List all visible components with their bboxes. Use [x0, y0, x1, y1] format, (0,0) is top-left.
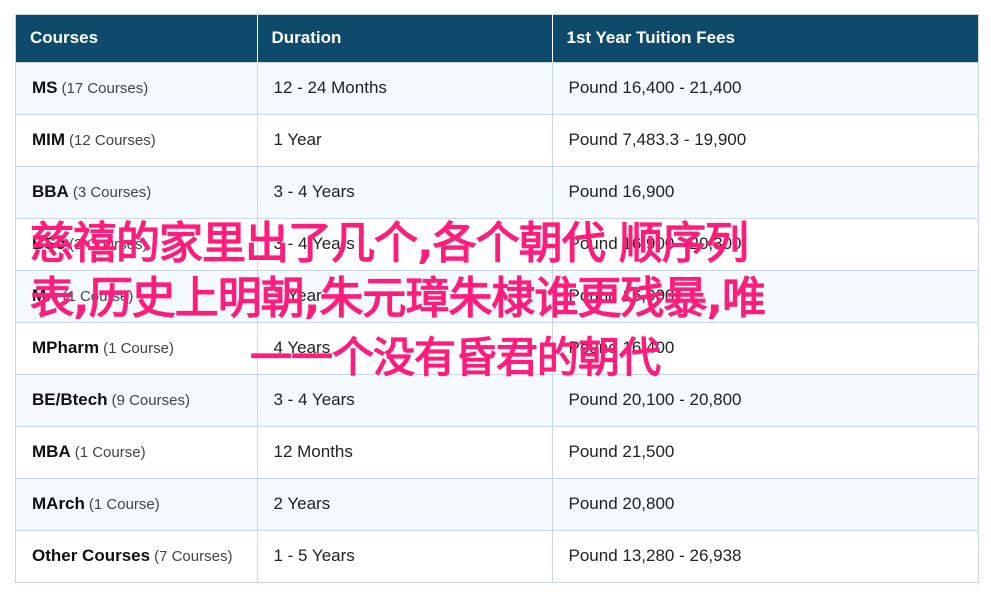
duration-cell: 3 - 4 Years [257, 217, 553, 270]
table-row: Other Courses (7 Courses) 1 - 5 Years Pound… [16, 529, 978, 582]
fees-cell: Pound 20,800 [552, 477, 978, 530]
course-count: (17 Courses) [61, 80, 149, 97]
duration-cell: 3 - 4 Years [257, 165, 553, 218]
fees-cell: Pound 16,900 [552, 165, 978, 218]
header-tuition-fees: 1st Year Tuition Fees [552, 15, 978, 62]
course-count: (1 Course) [88, 496, 160, 513]
table-row: MIM (12 Courses) 1 Year Pound 7,483.3 - 19,… [16, 113, 978, 166]
course-name-link[interactable]: MArch [32, 494, 85, 513]
duration-cell: 3 - 4 Years [257, 373, 553, 426]
course-cell: BBA (3 Courses) [16, 165, 258, 218]
course-name-link[interactable]: BBA [32, 182, 69, 201]
fees-cell: Pound 21,500 [552, 425, 978, 478]
table-row: MA (1 Course) 1 Year Pound 16,900 [16, 269, 978, 322]
fees-cell: Pound 16,900 - 20,300 [552, 217, 978, 270]
course-name-link[interactable]: BE/Btech [32, 390, 108, 409]
course-count: (7 Courses) [154, 548, 233, 566]
course-count: (1 Course) [62, 288, 134, 305]
course-name-link[interactable]: MPharm [32, 338, 99, 357]
course-count: (12 Courses) [69, 132, 156, 149]
course-name-link[interactable]: MIM [32, 130, 65, 149]
table-row: BSc (3 Courses) 3 - 4 Years Pound 16,900 - … [16, 217, 978, 270]
course-cell: BE/Btech (9 Courses) [16, 373, 258, 426]
fees-cell: Pound 13,280 - 26,938 [552, 529, 978, 582]
course-count: (3 Courses) [69, 236, 148, 253]
duration-cell: 2 Years [257, 477, 553, 530]
header-duration: Duration [257, 15, 553, 62]
table-row: BBA (3 Courses) 3 - 4 Years Pound 16,900 [16, 165, 978, 218]
course-cell: MA (1 Course) [16, 269, 258, 322]
course-cell: MPharm (1 Course) [16, 321, 258, 374]
course-fees-table-container: Courses Duration 1st Year Tuition Fees M… [15, 14, 979, 583]
course-name-link[interactable]: MA [32, 286, 58, 305]
course-cell: MIM (12 Courses) [16, 113, 258, 166]
fees-cell: Pound 16,400 - 21,400 [552, 61, 978, 114]
fees-cell: Pound 20,100 - 20,800 [552, 373, 978, 426]
table-row: MS (17 Courses) 12 - 24 Months Pound 16,400… [16, 61, 978, 114]
course-cell: Other Courses (7 Courses) [16, 529, 258, 582]
fees-cell: Pound 16,900 [552, 269, 978, 322]
table-row: MBA (1 Course) 12 Months Pound 21,500 [16, 425, 978, 478]
table-row: BE/Btech (9 Courses) 3 - 4 Years Pound 20,1… [16, 373, 978, 426]
course-name-link[interactable]: MS [32, 78, 58, 97]
course-count: (3 Courses) [72, 184, 152, 201]
course-name-link[interactable]: BSc [32, 234, 65, 253]
fees-cell: Pound 7,483.3 - 19,900 [552, 113, 978, 166]
header-courses: Courses [16, 15, 258, 62]
course-cell: MArch (1 Course) [16, 477, 258, 530]
duration-cell: 1 - 5 Years [257, 529, 553, 582]
course-count: (1 Course) [103, 340, 174, 357]
duration-cell: 12 Months [257, 425, 553, 478]
course-count: (9 Courses) [111, 392, 190, 409]
duration-cell: 1 Year [257, 269, 553, 322]
course-name-link[interactable]: MBA [32, 442, 71, 461]
course-count: (1 Course) [74, 444, 146, 461]
duration-cell: 12 - 24 Months [257, 61, 553, 114]
table-row: MPharm (1 Course) 4 Years Pound 16,400 [16, 321, 978, 374]
duration-cell: 4 Years [257, 321, 553, 374]
duration-cell: 1 Year [257, 113, 553, 166]
course-name-link[interactable]: Other Courses [32, 546, 150, 565]
course-cell: BSc (3 Courses) [16, 217, 258, 270]
table-row: MArch (1 Course) 2 Years Pound 20,800 [16, 477, 978, 530]
table-body: MS (17 Courses) 12 - 24 Months Pound 16,400… [16, 61, 978, 582]
course-cell: MS (17 Courses) [16, 61, 258, 114]
course-fees-table: Courses Duration 1st Year Tuition Fees M… [16, 15, 978, 582]
course-cell: MBA (1 Course) [16, 425, 258, 478]
fees-cell: Pound 16,400 [552, 321, 978, 374]
table-header-row: Courses Duration 1st Year Tuition Fees [16, 15, 978, 62]
